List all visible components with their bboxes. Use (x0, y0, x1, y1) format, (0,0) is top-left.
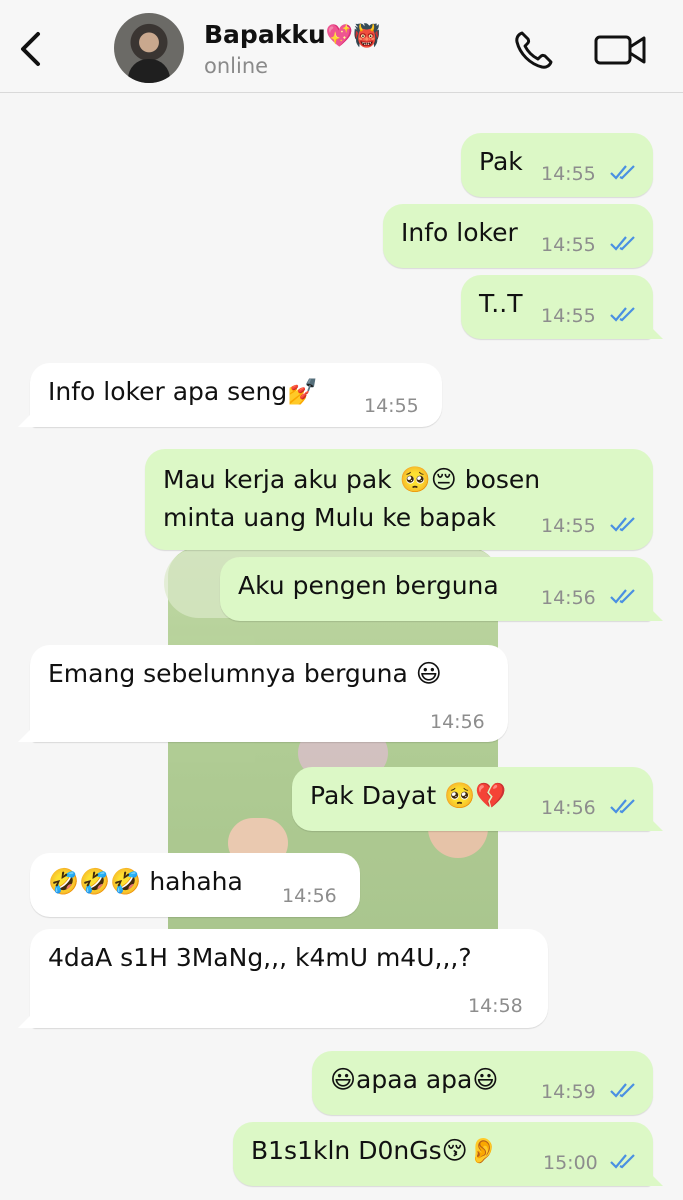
contact-name: Bapakku💖👹 (204, 20, 381, 52)
message-time: 14:56 (430, 711, 485, 733)
message-incoming[interactable]: 4daA s1H 3MaNg,,, k4mU m4U,,,? 14:58 (30, 929, 548, 1028)
message-text-line: Mau kerja aku pak 🥺😔 bosen (163, 465, 541, 494)
bubble-tail (645, 813, 663, 831)
message-time: 14:56 (541, 587, 596, 609)
message-time: 14:55 (364, 395, 419, 417)
contact-name-emoji: 💖👹 (325, 24, 381, 49)
double-check-icon (610, 799, 635, 814)
message-time: 14:55 (541, 515, 596, 537)
message-text: Pak (479, 147, 523, 176)
message-time: 14:59 (541, 1081, 596, 1103)
message-text-line: minta uang Mulu ke bapak (163, 503, 496, 532)
chevron-left-icon (21, 32, 40, 66)
double-check-icon (610, 589, 635, 604)
bubble-tail (645, 603, 663, 621)
double-check-icon (610, 1083, 635, 1098)
contact-info[interactable]: Bapakku💖👹 online (204, 20, 381, 80)
contact-status: online (204, 54, 269, 78)
message-time: 14:55 (541, 234, 596, 256)
message-time: 14:58 (468, 995, 523, 1017)
message-time: 14:56 (282, 885, 337, 907)
message-text: B1s1kln D0nGs😚👂 (251, 1136, 499, 1165)
message-text: Emang sebelumnya berguna 😃 (48, 659, 442, 688)
message-outgoing[interactable]: Mau kerja aku pak 🥺😔 bosen minta uang Mu… (145, 449, 653, 550)
double-check-icon (610, 165, 635, 180)
double-check-icon (610, 517, 635, 532)
message-text: 😃apaa apa😃 (330, 1065, 499, 1094)
message-outgoing[interactable]: 😃apaa apa😃 14:59 (312, 1051, 653, 1115)
message-outgoing[interactable]: Pak 14:55 (461, 133, 653, 197)
bubble-tail (18, 724, 36, 742)
message-text: Info loker apa seng💅 (48, 377, 319, 406)
message-text: Mau kerja aku pak 🥺😔 bosen minta uang Mu… (163, 461, 540, 537)
message-incoming[interactable]: Emang sebelumnya berguna 😃 14:56 (30, 645, 508, 742)
message-incoming[interactable]: 🤣🤣🤣 hahaha 14:56 (30, 853, 360, 917)
video-camera-icon (594, 35, 646, 65)
chat-header: Bapakku💖👹 online (0, 0, 683, 93)
message-outgoing[interactable]: Info loker 14:55 (383, 204, 653, 268)
double-check-icon (610, 236, 635, 251)
video-call-button[interactable] (592, 30, 648, 70)
message-outgoing[interactable]: T..T 14:55 (461, 275, 653, 339)
message-incoming[interactable]: Info loker apa seng💅 14:55 (30, 363, 442, 427)
message-time: 14:56 (541, 797, 596, 819)
message-outgoing[interactable]: Pak Dayat 🥺💔 14:56 (292, 767, 653, 831)
message-outgoing[interactable]: B1s1kln D0nGs😚👂 15:00 (233, 1122, 653, 1186)
contact-name-text: Bapakku (204, 20, 326, 49)
message-time: 14:55 (541, 163, 596, 185)
chat-area[interactable]: Pak 14:55 Info loker 14:55 T..T 14:55 In… (0, 93, 683, 1200)
message-text: Pak Dayat 🥺💔 (310, 781, 507, 810)
back-button[interactable] (14, 28, 46, 70)
bubble-tail (18, 1010, 36, 1028)
avatar[interactable] (114, 13, 184, 83)
voice-call-button[interactable] (512, 28, 556, 72)
message-text: 🤣🤣🤣 hahaha (48, 867, 243, 896)
message-text: 4daA s1H 3MaNg,,, k4mU m4U,,,? (48, 943, 472, 972)
message-text: Aku pengen berguna (238, 571, 499, 600)
phone-icon (515, 31, 553, 69)
message-text: T..T (479, 289, 523, 318)
message-text: Info loker (401, 218, 518, 247)
message-time: 14:55 (541, 305, 596, 327)
message-outgoing[interactable]: Aku pengen berguna 14:56 (220, 557, 653, 621)
double-check-icon (610, 1154, 635, 1169)
message-time: 15:00 (543, 1152, 598, 1174)
double-check-icon (610, 307, 635, 322)
bubble-tail (645, 321, 663, 339)
bubble-tail (18, 409, 36, 427)
